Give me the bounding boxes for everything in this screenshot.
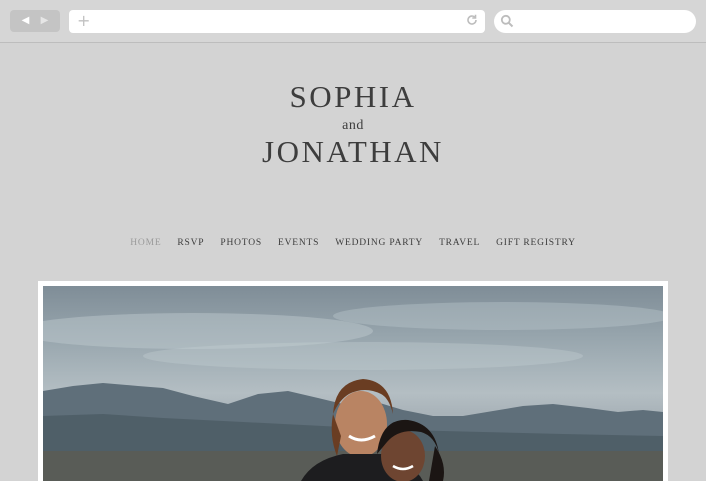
nav-travel[interactable]: TRAVEL <box>431 238 488 248</box>
browser-chrome: ◀ ▶ + <box>0 0 706 43</box>
forward-arrow-icon[interactable]: ▶ <box>41 16 49 26</box>
back-arrow-icon[interactable]: ◀ <box>22 16 30 26</box>
search-bar[interactable] <box>494 10 696 33</box>
wedding-site-page: SOPHIA and JONATHAN HOME RSVP PHOTOS EVE… <box>0 44 706 481</box>
nav-gift-registry[interactable]: GIFT REGISTRY <box>488 238 584 248</box>
new-tab-icon[interactable]: + <box>77 12 90 30</box>
couple-names: SOPHIA and JONATHAN <box>0 78 706 171</box>
couple-photo <box>43 286 663 481</box>
address-bar[interactable]: + <box>69 10 485 33</box>
site-navigation: HOME RSVP PHOTOS EVENTS WEDDING PARTY TR… <box>0 238 706 248</box>
nav-photos[interactable]: PHOTOS <box>212 238 270 248</box>
nav-home[interactable]: HOME <box>122 238 169 248</box>
photo-scene <box>43 302 663 481</box>
name-second: JONATHAN <box>262 134 444 169</box>
hero-photo-frame <box>38 281 668 481</box>
nav-events[interactable]: EVENTS <box>270 238 327 248</box>
name-first: SOPHIA <box>289 79 417 114</box>
nav-wedding-party[interactable]: WEDDING PARTY <box>327 238 431 248</box>
nav-rsvp[interactable]: RSVP <box>169 238 212 248</box>
search-icon <box>500 14 514 28</box>
history-buttons: ◀ ▶ <box>10 10 60 32</box>
reload-icon[interactable] <box>465 13 479 27</box>
